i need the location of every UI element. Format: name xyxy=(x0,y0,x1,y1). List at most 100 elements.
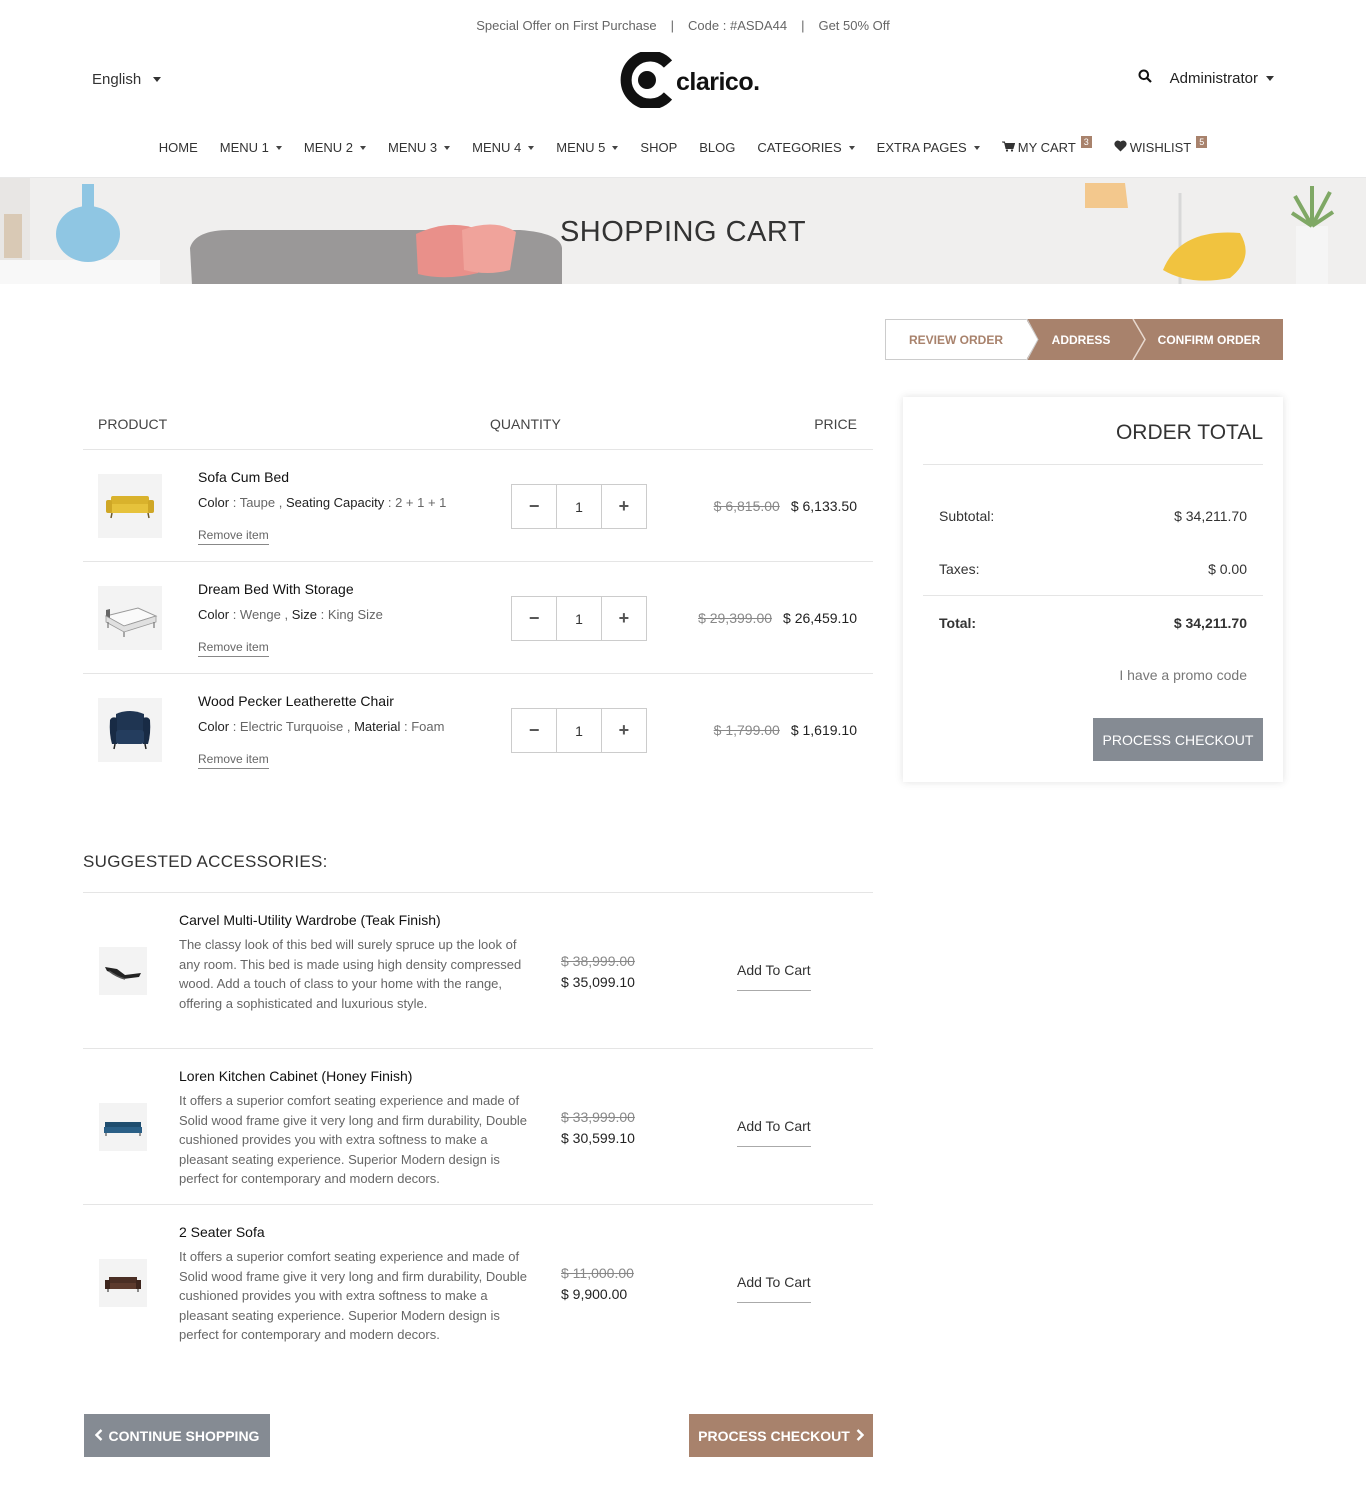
nav-item-menu-4[interactable]: MENU 4 xyxy=(461,140,545,155)
column-header-quantity: QUANTITY xyxy=(490,415,561,432)
total-label: Total: xyxy=(939,615,977,631)
divider xyxy=(923,595,1263,596)
plus-icon[interactable]: + xyxy=(602,597,646,640)
offer-discount: Get 50% Off xyxy=(818,18,890,33)
header-actions: Administrator xyxy=(1138,69,1274,87)
nav-item-my-cart[interactable]: MY CART 3 xyxy=(991,135,1103,155)
product-name[interactable]: Dream Bed With Storage xyxy=(198,581,354,597)
accessory-name[interactable]: Loren Kitchen Cabinet (Honey Finish) xyxy=(179,1068,412,1084)
nav-item-menu-1[interactable]: MENU 1 xyxy=(209,140,293,155)
product-thumbnail[interactable] xyxy=(98,698,162,762)
heart-icon xyxy=(1114,140,1127,155)
nav-item-extra-pages[interactable]: EXTRA PAGES xyxy=(866,140,991,155)
product-name[interactable]: Wood Pecker Leatherette Chair xyxy=(198,693,394,709)
accessory-description: The classy look of this bed will surely … xyxy=(179,937,522,1011)
chevron-down-icon xyxy=(153,77,162,82)
attr-value: Wenge xyxy=(239,607,281,622)
nav-item-blog[interactable]: BLOG xyxy=(688,140,746,155)
product-thumbnail[interactable] xyxy=(98,474,162,538)
list-item: Carvel Multi-Utility Wardrobe (Teak Fini… xyxy=(83,893,873,1049)
step-review-order[interactable]: REVIEW ORDER xyxy=(885,319,1027,360)
remove-item-link[interactable]: Remove item xyxy=(198,752,269,769)
product-thumbnail[interactable] xyxy=(99,1103,147,1151)
promo-code-link[interactable]: I have a promo code xyxy=(1119,667,1247,683)
accessory-description: It offers a superior comfort seating exp… xyxy=(179,1093,528,1186)
cart-row: Dream Bed With Storage Color : Wenge , S… xyxy=(83,562,873,674)
chevron-down-icon xyxy=(612,145,619,150)
attr-value: Electric Turquoise xyxy=(239,719,344,734)
minus-icon[interactable]: − xyxy=(512,709,556,752)
step-address[interactable]: ADDRESS xyxy=(1027,319,1135,360)
attr-label: Color xyxy=(198,607,230,622)
language-selector[interactable]: English xyxy=(92,71,162,88)
quantity-value[interactable]: 1 xyxy=(556,485,602,528)
logo[interactable]: clarico. xyxy=(620,50,760,110)
chevron-down-icon xyxy=(444,145,451,150)
nav-item-home[interactable]: HOME xyxy=(148,140,209,155)
nav-item-label: EXTRA PAGES xyxy=(876,140,967,155)
total-value: $ 34,211.70 xyxy=(1173,615,1247,631)
plus-icon[interactable]: + xyxy=(602,709,646,752)
offer-code: Code : #ASDA44 xyxy=(688,18,788,33)
accessory-name[interactable]: Carvel Multi-Utility Wardrobe (Teak Fini… xyxy=(179,912,441,928)
add-to-cart-button[interactable]: Add To Cart xyxy=(737,962,811,991)
bed-icon xyxy=(104,607,158,637)
button-label: CONTINUE SHOPPING xyxy=(108,1427,260,1444)
product-thumbnail[interactable] xyxy=(99,1259,147,1307)
new-price: $ 30,599.10 xyxy=(561,1130,635,1146)
nav-item-menu-2[interactable]: MENU 2 xyxy=(293,140,377,155)
quantity-value[interactable]: 1 xyxy=(556,709,602,752)
user-name: Administrator xyxy=(1169,69,1258,87)
attr-value: Taupe xyxy=(239,495,276,510)
accessory-price: $ 11,000.00 $ 9,900.00 xyxy=(561,1263,634,1305)
search-icon[interactable] xyxy=(1138,69,1152,87)
offer-separator: | xyxy=(801,18,805,33)
add-to-cart-button[interactable]: Add To Cart xyxy=(737,1274,811,1303)
order-total-card: ORDER TOTAL Subtotal: $ 34,211.70 Taxes:… xyxy=(903,397,1283,782)
plus-icon[interactable]: + xyxy=(602,485,646,528)
step-confirm-order[interactable]: CONFIRM ORDER xyxy=(1135,319,1283,360)
cart-table: PRODUCT QUANTITY PRICE Sofa Cum Bed Colo… xyxy=(83,398,873,786)
attr-label: Material xyxy=(354,719,401,734)
chevron-left-icon xyxy=(94,1428,103,1444)
add-to-cart-button[interactable]: Add To Cart xyxy=(737,1118,811,1147)
checkout-steps: REVIEW ORDER ADDRESS CONFIRM ORDER xyxy=(885,319,1283,360)
product-attributes: Color : Taupe , Seating Capacity : 2 + 1… xyxy=(198,495,447,510)
product-thumbnail[interactable] xyxy=(98,586,162,650)
nav-item-shop[interactable]: SHOP xyxy=(629,140,688,155)
logo-mark-icon xyxy=(620,50,674,110)
nav-item-label: CATEGORIES xyxy=(757,140,842,155)
minus-icon[interactable]: − xyxy=(512,485,556,528)
attr-label: Color xyxy=(198,495,230,510)
process-checkout-bottom-button[interactable]: PROCESS CHECKOUT xyxy=(689,1414,873,1457)
chevron-down-icon xyxy=(1266,75,1274,81)
remove-item-link[interactable]: Remove item xyxy=(198,640,269,657)
minus-icon[interactable]: − xyxy=(512,597,556,640)
cart-row: Sofa Cum Bed Color : Taupe , Seating Cap… xyxy=(83,450,873,562)
accessory-name[interactable]: 2 Seater Sofa xyxy=(179,1224,265,1240)
logo-text: clarico. xyxy=(676,67,760,96)
list-item: Loren Kitchen Cabinet (Honey Finish) It … xyxy=(83,1049,873,1205)
process-checkout-button[interactable]: PROCESS CHECKOUT xyxy=(1093,718,1263,761)
old-price: $ 1,799.00 xyxy=(713,722,780,738)
nav-item-wishlist[interactable]: WISHLIST 5 xyxy=(1103,135,1218,155)
button-label: PROCESS CHECKOUT xyxy=(698,1427,850,1444)
user-menu[interactable]: Administrator xyxy=(1170,70,1274,87)
remove-item-link[interactable]: Remove item xyxy=(198,528,269,545)
product-thumbnail[interactable] xyxy=(99,947,147,995)
continue-shopping-button[interactable]: CONTINUE SHOPPING xyxy=(84,1414,270,1457)
nav-item-menu-5[interactable]: MENU 5 xyxy=(545,140,629,155)
product-name[interactable]: Sofa Cum Bed xyxy=(198,469,289,485)
taxes-line: Taxes: $ 0.00 xyxy=(939,561,1247,577)
column-header-price: PRICE xyxy=(814,415,857,432)
nav-item-menu-3[interactable]: MENU 3 xyxy=(377,140,461,155)
offer-separator: | xyxy=(670,18,675,33)
nav-item-label: BLOG xyxy=(699,140,736,155)
quantity-value[interactable]: 1 xyxy=(556,597,602,640)
lounge-chair-icon xyxy=(105,967,141,980)
chevron-down-icon xyxy=(848,145,855,150)
nav-item-label: MENU 4 xyxy=(472,140,522,155)
offer-text: Special Offer on First Purchase xyxy=(476,18,657,33)
armchair-icon xyxy=(109,711,151,750)
nav-item-categories[interactable]: CATEGORIES xyxy=(746,140,865,155)
